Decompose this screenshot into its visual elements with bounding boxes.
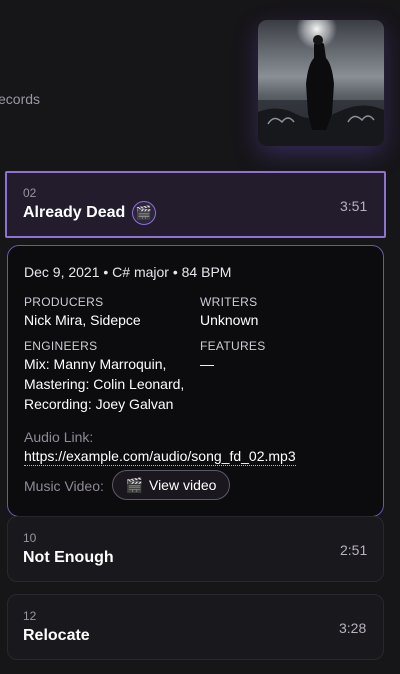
producers-value: Nick Mira, Sidepce bbox=[24, 312, 141, 328]
engineers-value-mastering: Mastering: Colin Leonard, bbox=[24, 376, 185, 392]
clapperboard-icon: 🎬 bbox=[125, 476, 143, 493]
view-video-button[interactable]: 🎬 View video bbox=[112, 470, 230, 500]
track-title: Already Dead bbox=[23, 204, 126, 221]
track-meta: Dec 9, 2021 • C# major • 84 BPM bbox=[24, 264, 232, 280]
track-row[interactable]: 12 Relocate 3:28 bbox=[7, 594, 384, 660]
track-title: Relocate bbox=[23, 627, 90, 644]
track-row[interactable]: 10 Not Enough 2:51 bbox=[7, 516, 384, 582]
engineers-value-recording: Recording: Joey Galvan bbox=[24, 396, 174, 412]
track-duration: 3:51 bbox=[340, 198, 368, 214]
album-cover-image bbox=[258, 20, 384, 146]
features-value: — bbox=[200, 356, 214, 372]
writers-value: Unknown bbox=[200, 312, 259, 328]
view-video-label: View video bbox=[148, 477, 217, 493]
track-details-panel: Dec 9, 2021 • C# major • 84 BPM PRODUCER… bbox=[7, 245, 384, 517]
track-row-active[interactable]: 02 Already Dead 🎬 3:51 bbox=[5, 171, 386, 238]
engineers-value-mix: Mix: Manny Marroquin, bbox=[24, 356, 167, 372]
engineers-label: ENGINEERS bbox=[24, 339, 98, 353]
audio-link-label: Audio Link: bbox=[24, 429, 94, 445]
writers-label: WRITERS bbox=[200, 295, 258, 309]
track-duration: 3:28 bbox=[339, 620, 367, 636]
audio-link[interactable]: https://example.com/audio/song_fd_02.mp3 bbox=[24, 448, 296, 466]
track-number: 12 bbox=[23, 609, 37, 623]
features-label: FEATURES bbox=[200, 339, 266, 353]
track-title: Not Enough bbox=[23, 549, 114, 566]
track-number: 02 bbox=[23, 186, 37, 200]
track-number: 10 bbox=[23, 531, 37, 545]
producers-label: PRODUCERS bbox=[24, 295, 104, 309]
clapperboard-icon[interactable]: 🎬 bbox=[132, 201, 156, 225]
track-duration: 2:51 bbox=[340, 542, 368, 558]
album-label-text: ecords bbox=[0, 91, 41, 107]
music-video-label: Music Video: bbox=[24, 478, 104, 494]
